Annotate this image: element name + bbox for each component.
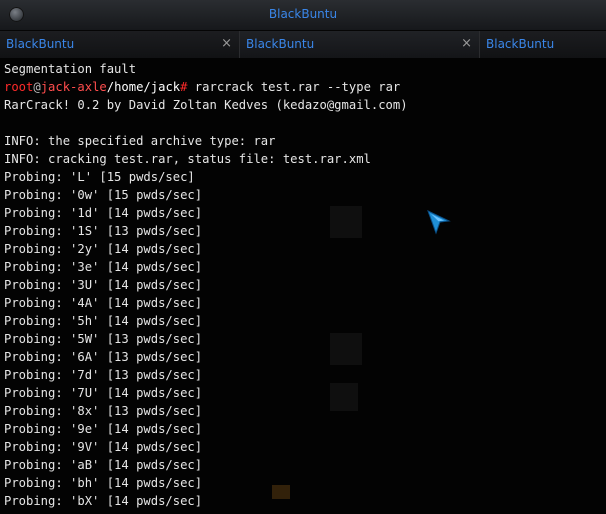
terminal-output-area[interactable]: Segmentation fault root@jack-axle/home/j…	[0, 58, 606, 514]
terminal-line: Probing: 'bh' [14 pwds/sec]	[4, 476, 203, 490]
terminal-line: Probing: '8x' [13 pwds/sec]	[4, 404, 203, 418]
terminal-line: Probing: '9e' [14 pwds/sec]	[4, 422, 203, 436]
tab-label: BlackBuntu	[6, 37, 75, 51]
prompt-user: root	[4, 80, 34, 94]
terminal-line: Probing: '0w' [15 pwds/sec]	[4, 188, 203, 202]
prompt-host: jack-axle	[40, 80, 107, 94]
title-bar[interactable]: BlackBuntu	[0, 0, 606, 31]
terminal-line: Probing: '4A' [14 pwds/sec]	[4, 296, 203, 310]
terminal-line: Probing: '3e' [14 pwds/sec]	[4, 260, 203, 274]
terminal-line: Probing: '1S' [13 pwds/sec]	[4, 224, 203, 238]
terminal-line: Probing: '3U' [14 pwds/sec]	[4, 278, 203, 292]
prompt-line: root@jack-axle/home/jack# rarcrack test.…	[4, 78, 606, 96]
close-icon[interactable]: ×	[221, 36, 232, 51]
tab-label: BlackBuntu	[246, 37, 315, 51]
terminal-line: Probing: '5W' [13 pwds/sec]	[4, 332, 203, 346]
terminal-line: Probing: '1d' [14 pwds/sec]	[4, 206, 203, 220]
terminal-line: Probing: '7d' [13 pwds/sec]	[4, 368, 203, 382]
terminal-line: Probing: '5h' [14 pwds/sec]	[4, 314, 203, 328]
mouse-pointer-icon	[427, 210, 451, 235]
terminal-line: Probing: 'L' [15 pwds/sec]	[4, 170, 195, 184]
tab-bar: BlackBuntu × BlackBuntu × BlackBuntu	[0, 31, 606, 59]
terminal-line: INFO: the specified archive type: rar	[4, 134, 276, 148]
tab-2[interactable]: BlackBuntu ×	[240, 31, 480, 58]
terminal-line: Probing: '7U' [14 pwds/sec]	[4, 386, 203, 400]
terminal-line: Probing: 'bX' [14 pwds/sec]	[4, 494, 203, 508]
terminal-window: BlackBuntu BlackBuntu × BlackBuntu × Bla…	[0, 0, 606, 514]
tab-3[interactable]: BlackBuntu	[480, 31, 606, 58]
terminal-lines: Segmentation fault root@jack-axle/home/j…	[4, 60, 606, 510]
terminal-line: Segmentation fault	[4, 62, 137, 76]
tab-1[interactable]: BlackBuntu ×	[0, 31, 240, 58]
terminal-line: RarCrack! 0.2 by David Zoltan Kedves (ke…	[4, 98, 408, 112]
tab-label: BlackBuntu	[486, 37, 555, 51]
terminal-line: Probing: '6A' [13 pwds/sec]	[4, 350, 203, 364]
close-icon[interactable]: ×	[461, 36, 472, 51]
prompt-command: rarcrack test.rar --type rar	[187, 80, 401, 94]
terminal-line: Probing: 'aB' [14 pwds/sec]	[4, 458, 203, 472]
terminal-line: Probing: '2y' [14 pwds/sec]	[4, 242, 203, 256]
window-title: BlackBuntu	[268, 7, 338, 21]
prompt-path: /home/jack	[106, 80, 181, 94]
prompt-at: @	[33, 80, 41, 94]
command-output: RarCrack! 0.2 by David Zoltan Kedves (ke…	[4, 96, 606, 510]
terminal-line: Probing: '9V' [14 pwds/sec]	[4, 440, 203, 454]
terminal-line: INFO: cracking test.rar, status file: te…	[4, 152, 371, 166]
